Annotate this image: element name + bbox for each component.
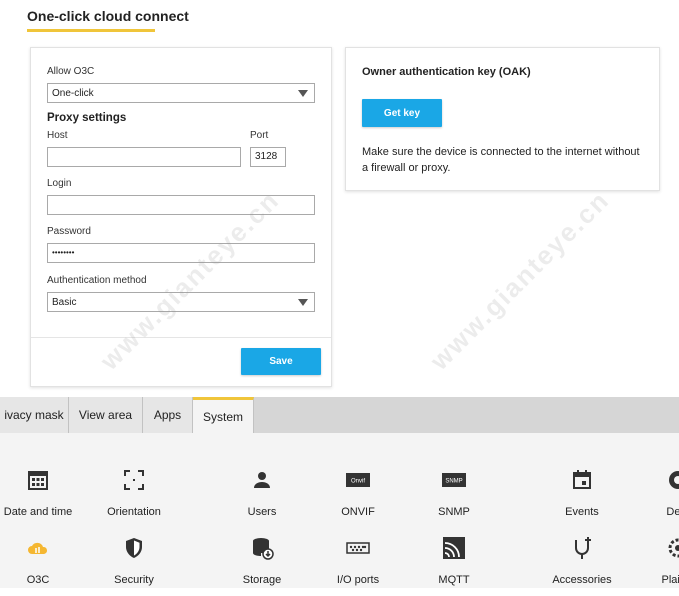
cloud-icon [28, 542, 48, 554]
system-item-label: Security [114, 574, 154, 586]
system-item-storage[interactable]: Storage [212, 536, 312, 596]
auth-method-label: Authentication method [47, 275, 147, 286]
system-item-accessories[interactable]: Accessories [532, 536, 632, 596]
auth-method-select[interactable]: Basic [47, 292, 315, 312]
system-item-snmp[interactable]: SNMP SNMP [404, 468, 504, 528]
save-button[interactable]: Save [241, 348, 321, 375]
port-input[interactable]: 3128 [250, 147, 286, 167]
oak-note: Make sure the device is connected to the… [362, 146, 640, 174]
snmp-icon-text: SNMP [445, 479, 462, 485]
calendar-icon [28, 471, 48, 490]
system-item-label: Users [247, 506, 277, 518]
system-item-label: MQTT [438, 574, 470, 586]
system-item-label: Plain c [661, 574, 679, 586]
host-input[interactable] [47, 147, 241, 167]
tab-bar: ivacy mask View area Apps System [0, 397, 679, 433]
user-icon [254, 472, 270, 488]
divider [31, 337, 331, 338]
tab-privacy-mask[interactable]: ivacy mask [0, 397, 69, 433]
system-item-mqtt[interactable]: MQTT [404, 536, 504, 596]
page-title: One-click cloud connect [27, 8, 189, 24]
system-item-label: Accessories [552, 574, 612, 586]
system-item-label: Storage [242, 574, 282, 586]
system-item-label: Orientation [107, 506, 161, 518]
title-underline [27, 29, 155, 32]
system-item-label: O3C [26, 574, 50, 586]
tab-system[interactable]: System [193, 397, 254, 433]
chevron-down-icon [298, 299, 308, 306]
allow-o3c-value: One-click [52, 88, 94, 99]
system-item-orientation[interactable]: Orientation [84, 468, 184, 528]
onvif-icon: Onvif [346, 473, 370, 487]
system-item-label: SNMP [438, 506, 470, 518]
chevron-down-icon [298, 90, 308, 97]
proxy-settings-heading: Proxy settings [47, 112, 127, 124]
system-item-label: Date and time [3, 506, 73, 518]
allow-o3c-select[interactable]: One-click [47, 83, 315, 103]
host-label: Host [47, 130, 68, 141]
allow-o3c-label: Allow O3C [47, 66, 95, 77]
system-item-label: ONVIF [341, 506, 375, 518]
orientation-icon [124, 470, 144, 490]
watermark: www.gianteye.cn [424, 184, 616, 376]
password-label: Password [47, 226, 91, 237]
system-item-o3c[interactable]: O3C [0, 536, 88, 596]
system-item-date-time[interactable]: Date and time [0, 468, 88, 528]
system-item-plain-config[interactable]: Plain c [628, 536, 679, 596]
detectors-icon [669, 471, 679, 489]
system-item-users[interactable]: Users [212, 468, 312, 528]
plain-config-icon [668, 538, 679, 558]
tab-view-area[interactable]: View area [69, 397, 143, 433]
password-input[interactable]: •••••••• [47, 243, 315, 263]
get-key-button[interactable]: Get key [362, 99, 442, 127]
system-item-io-ports[interactable]: I/O ports [308, 536, 408, 596]
system-item-events[interactable]: Events [532, 468, 632, 528]
snmp-icon: SNMP [442, 473, 466, 487]
accessories-icon [575, 537, 591, 559]
storage-icon [253, 538, 274, 560]
tab-apps[interactable]: Apps [143, 397, 193, 433]
system-grid: Date and time Orientation Users Onvif ON… [0, 433, 679, 588]
shield-icon [126, 538, 142, 558]
onvif-icon-text: Onvif [351, 479, 365, 485]
system-item-onvif[interactable]: Onvif ONVIF [308, 468, 408, 528]
system-item-label: I/O ports [336, 574, 380, 586]
io-ports-icon [346, 542, 370, 554]
system-item-detectors[interactable]: Dete [628, 468, 679, 528]
port-label: Port [250, 130, 269, 141]
login-input[interactable] [47, 195, 315, 215]
oak-card: Owner authentication key (OAK) Get key M… [345, 47, 660, 191]
auth-method-value: Basic [52, 297, 77, 308]
system-item-label: Events [565, 506, 599, 518]
system-item-label: Dete [666, 506, 679, 518]
login-label: Login [47, 178, 72, 189]
system-item-security[interactable]: Security [84, 536, 184, 596]
oak-title: Owner authentication key (OAK) [362, 66, 531, 78]
o3c-settings-card: Allow O3C One-click Proxy settings Host … [30, 47, 332, 387]
events-icon [573, 470, 591, 489]
mqtt-icon [443, 537, 465, 559]
